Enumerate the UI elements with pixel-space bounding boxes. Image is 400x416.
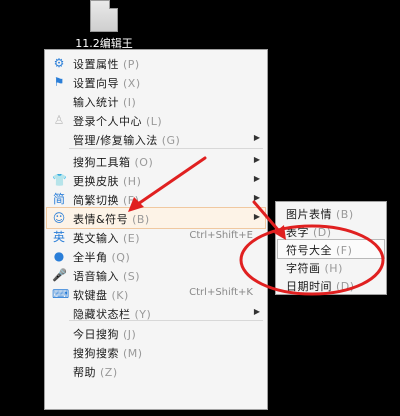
desktop-file-icon[interactable]: 11.2编辑王 xyxy=(70,0,138,51)
menu-item-icon: ● xyxy=(53,249,65,263)
menu-item-1[interactable]: ⚑ 设置向导 (X) xyxy=(47,72,265,92)
menu-item-icon: ⚑ xyxy=(53,75,65,89)
submenu-item-label: 日期时间 (D) xyxy=(286,280,355,293)
submenu-arrow-icon: ▶ xyxy=(253,174,260,183)
shortcut-key: (L) xyxy=(146,115,163,128)
emoji-symbol-submenu: 图片表情 (B) 表字 (D) 符号大全 (F) 字符画 (H) 日期时间 (D) xyxy=(275,201,387,295)
shortcut-key: (O) xyxy=(134,156,154,169)
menu-item-5[interactable]: 搜狗工具箱 (O) ▶ xyxy=(47,151,265,171)
shortcut-key: (K) xyxy=(111,289,129,302)
menu-item-icon: 英 xyxy=(52,230,65,244)
shortcut-key: (B) xyxy=(132,213,150,226)
menu-item-icon: ⚙ xyxy=(53,56,65,70)
shortcut-key: (B) xyxy=(336,208,354,221)
menu-item-label: 帮助 (Z) xyxy=(73,366,118,379)
submenu-arrow-icon: ▶ xyxy=(253,212,260,221)
shortcut-key: (G) xyxy=(161,134,181,147)
menu-item-label: 登录个人中心 (L) xyxy=(73,115,163,128)
menu-separator xyxy=(69,320,263,321)
shortcut-key: (D) xyxy=(336,280,355,293)
menu-item-label: 搜狗搜索 (M) xyxy=(73,347,143,360)
menu-item-icon: 👕 xyxy=(52,173,67,187)
submenu-arrow-icon: ▶ xyxy=(253,193,260,202)
menu-item-icon: 🎤 xyxy=(52,268,67,282)
menu-item-icon: ☺ xyxy=(52,211,66,225)
menu-item-9[interactable]: 英英文输入 (E) Ctrl+Shift+E xyxy=(47,227,265,247)
menu-item-label: 全半角 (Q) xyxy=(73,251,131,264)
shortcut-key: (F) xyxy=(123,194,140,207)
shortcut-key: (P) xyxy=(123,58,140,71)
menu-item-16[interactable]: 帮助 (Z) xyxy=(47,361,265,381)
shortcut-key: (J) xyxy=(123,328,137,341)
submenu-item-label: 表字 (D) xyxy=(286,226,332,239)
menu-item-icon: ♙ xyxy=(53,113,65,127)
menu-item-label: 搜狗工具箱 (O) xyxy=(73,156,154,169)
submenu-item-label: 符号大全 (F) xyxy=(286,244,353,257)
shortcut-key: (H) xyxy=(324,262,343,275)
shortcut-key: (Q) xyxy=(111,251,131,264)
menu-item-4[interactable]: 管理/修复输入法 (G) ▶ xyxy=(47,129,265,149)
submenu-item-1[interactable]: 表字 (D) xyxy=(278,222,384,240)
menu-item-icon: 简 xyxy=(52,192,65,206)
menu-item-11[interactable]: 🎤 语音输入 (S) xyxy=(47,265,265,285)
menu-item-icon: ⌨ xyxy=(52,287,70,301)
menu-item-label: 更换皮肤 (H) xyxy=(73,175,142,188)
menu-item-label: 设置向导 (X) xyxy=(73,77,141,90)
submenu-item-4[interactable]: 日期时间 (D) xyxy=(278,276,384,294)
menu-item-label: 英文输入 (E) xyxy=(73,232,141,245)
submenu-arrow-icon: ▶ xyxy=(253,133,260,142)
menu-item-label: 表情&符号 (B) xyxy=(73,213,150,226)
menu-item-2[interactable]: 输入统计 (I) xyxy=(47,91,265,111)
menu-item-label: 今日搜狗 (J) xyxy=(73,328,137,341)
shortcut-key: (Z) xyxy=(100,366,118,379)
shortcut-key: (H) xyxy=(123,175,142,188)
accelerator-text: Ctrl+Shift+E xyxy=(189,230,253,241)
shortcut-key: (E) xyxy=(123,232,141,245)
menu-item-12[interactable]: ⌨ 软键盘 (K) Ctrl+Shift+K xyxy=(47,284,265,304)
menu-item-14[interactable]: 今日搜狗 (J) xyxy=(47,323,265,343)
menu-item-label: 设置属性 (P) xyxy=(73,58,140,71)
submenu-item-2[interactable]: 符号大全 (F) xyxy=(277,239,385,259)
menu-item-15[interactable]: 搜狗搜索 (M) xyxy=(47,342,265,362)
accelerator-text: Ctrl+Shift+K xyxy=(189,287,253,298)
shortcut-key: (F) xyxy=(336,244,353,257)
menu-item-7[interactable]: 简简繁切换 (F) ▶ xyxy=(47,189,265,209)
menu-item-8[interactable]: ☺ 表情&符号 (B) ▶ xyxy=(46,207,266,229)
menu-item-0[interactable]: ⚙ 设置属性 (P) xyxy=(47,53,265,73)
shortcut-key: (I) xyxy=(123,96,137,109)
menu-item-label: 软键盘 (K) xyxy=(73,289,129,302)
menu-item-6[interactable]: 👕 更换皮肤 (H) ▶ xyxy=(47,170,265,190)
shortcut-key: (S) xyxy=(123,270,141,283)
shortcut-key: (M) xyxy=(123,347,143,360)
shortcut-key: (X) xyxy=(123,77,141,90)
submenu-item-label: 字符画 (H) xyxy=(286,262,343,275)
submenu-arrow-icon: ▶ xyxy=(253,307,260,316)
menu-item-label: 输入统计 (I) xyxy=(73,96,137,109)
context-menu: ⚙ 设置属性 (P) ⚑ 设置向导 (X) 输入统计 (I) ♙ 登录个人中心 (L) 管理/… xyxy=(44,49,268,410)
menu-item-10[interactable]: ● 全半角 (Q) xyxy=(47,246,265,266)
menu-item-label: 简繁切换 (F) xyxy=(73,194,140,207)
shortcut-key: (D) xyxy=(313,226,332,239)
menu-item-3[interactable]: ♙ 登录个人中心 (L) xyxy=(47,110,265,130)
submenu-arrow-icon: ▶ xyxy=(253,155,260,164)
menu-separator xyxy=(69,148,263,149)
submenu-item-label: 图片表情 (B) xyxy=(286,208,354,221)
submenu-item-3[interactable]: 字符画 (H) xyxy=(278,258,384,276)
menu-item-label: 管理/修复输入法 (G) xyxy=(73,134,181,147)
file-icon xyxy=(90,0,118,32)
menu-item-label: 语音输入 (S) xyxy=(73,270,141,283)
submenu-item-0[interactable]: 图片表情 (B) xyxy=(278,204,384,222)
